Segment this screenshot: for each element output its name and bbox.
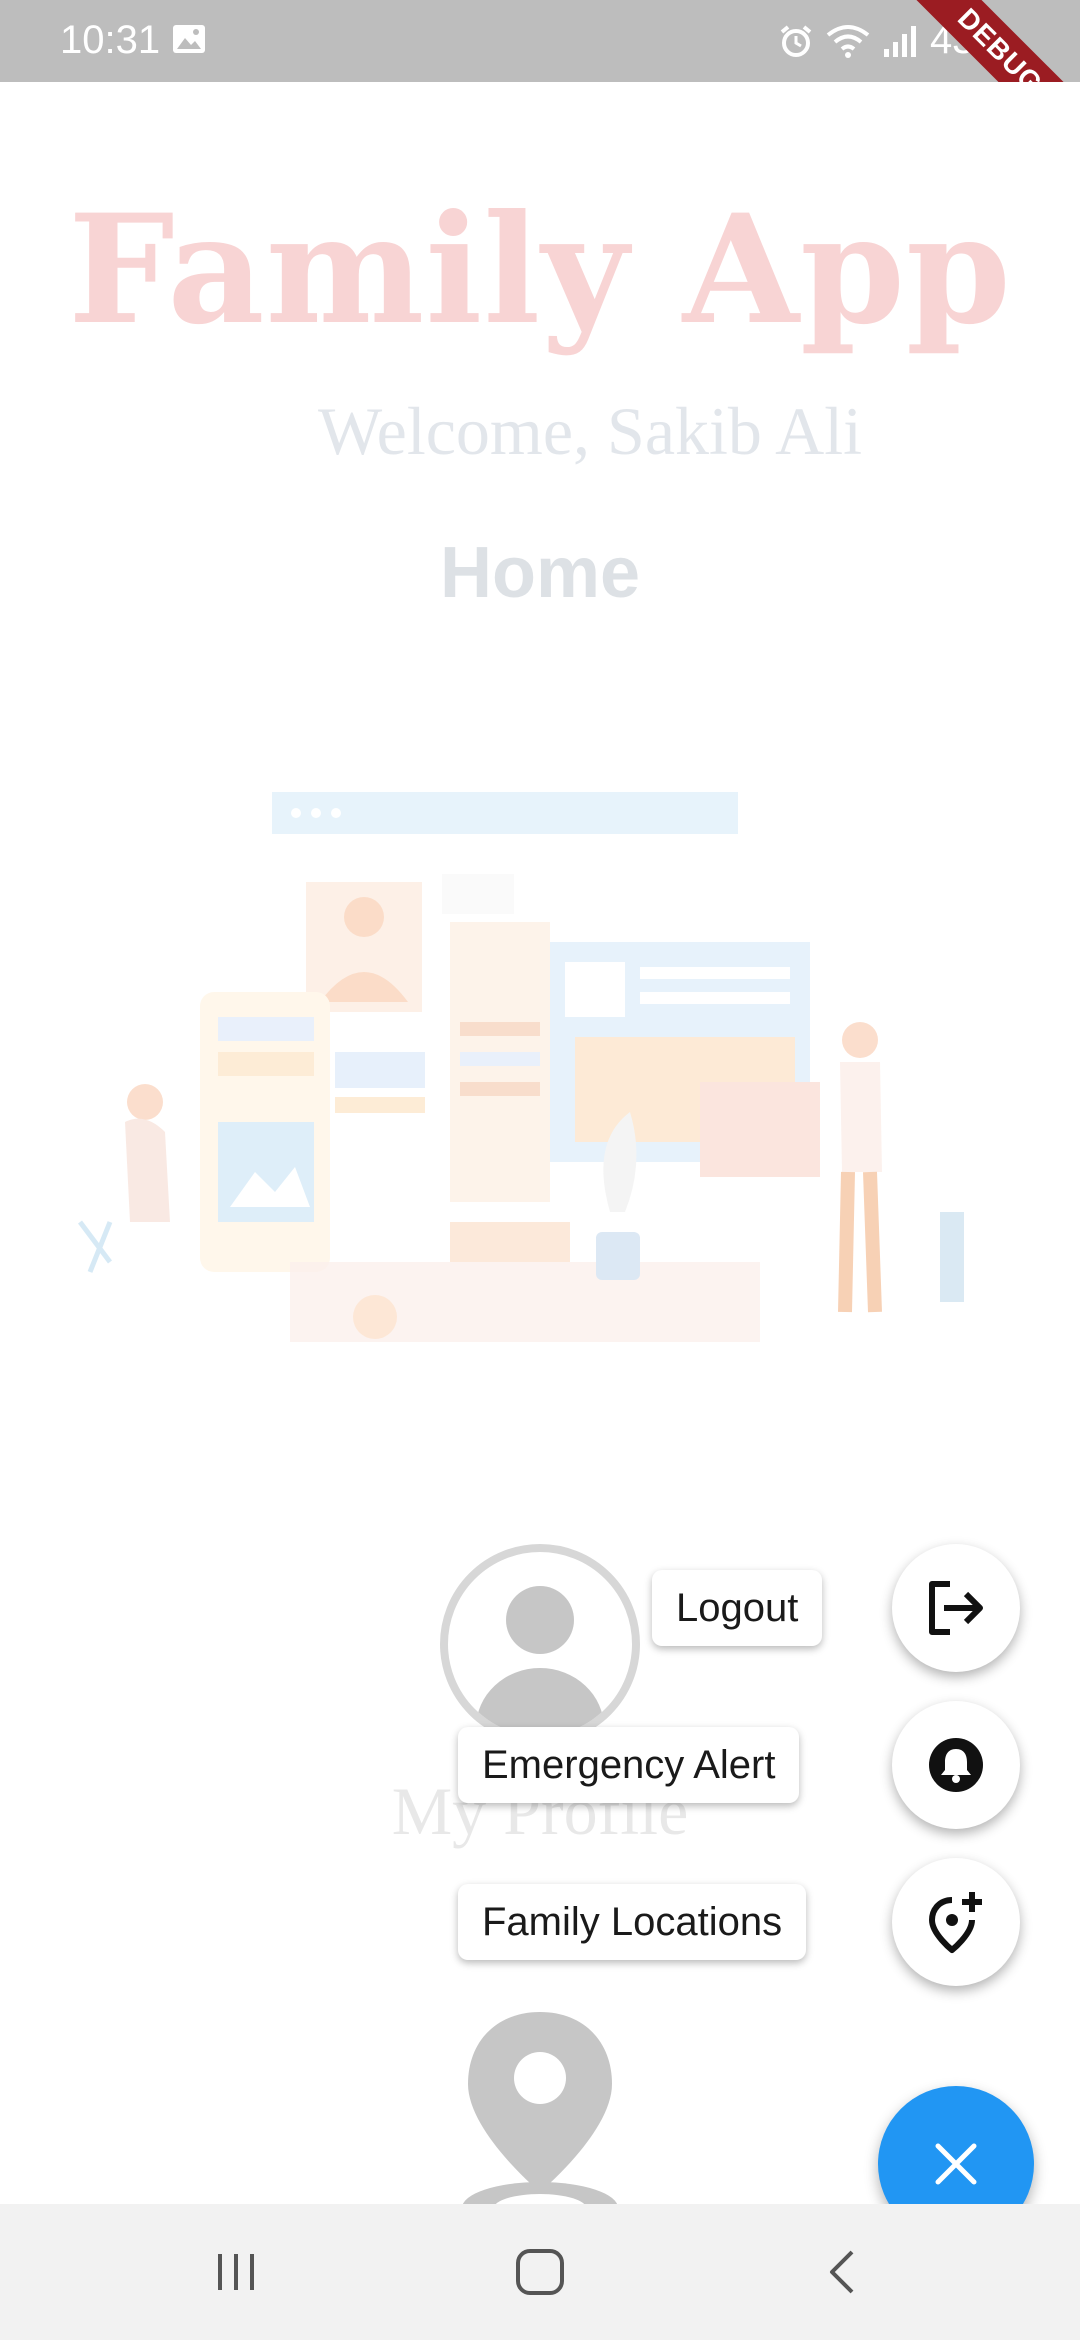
home-screen: Family App Welcome, Sakib Ali Home My Pr… xyxy=(0,82,1080,2204)
app-title: Family App xyxy=(68,182,1012,358)
family-locations-button[interactable] xyxy=(892,1858,1020,1986)
system-nav-bar xyxy=(0,2204,1080,2340)
emergency-alert-button[interactable] xyxy=(892,1701,1020,1829)
logout-button[interactable] xyxy=(892,1544,1020,1672)
signal-icon xyxy=(883,25,916,57)
page-title: Home xyxy=(439,533,641,613)
image-icon xyxy=(173,25,205,53)
profile-avatar-icon[interactable] xyxy=(438,1542,642,1746)
bell-icon xyxy=(929,1738,983,1792)
wifi-icon xyxy=(826,24,870,58)
back-button[interactable] xyxy=(802,2240,882,2304)
close-icon xyxy=(935,2143,977,2185)
home-icon xyxy=(516,2249,564,2295)
logout-icon xyxy=(929,1581,983,1635)
recents-button[interactable] xyxy=(196,2240,276,2304)
status-bar: 10:31 43% DEBUG xyxy=(0,0,1080,82)
status-time: 10:31 xyxy=(60,18,161,62)
add-location-icon xyxy=(929,1892,982,1953)
emergency-alert-label[interactable]: Emergency Alert xyxy=(458,1727,800,1803)
family-locations-label[interactable]: Family Locations xyxy=(458,1884,807,1960)
recents-icon xyxy=(218,2254,254,2290)
welcome-text: Welcome, Sakib Ali xyxy=(317,393,863,469)
back-icon xyxy=(830,2250,854,2294)
workspace-illustration xyxy=(78,792,964,1342)
speed-dial-close-button[interactable] xyxy=(878,2086,1034,2204)
logout-label[interactable]: Logout xyxy=(652,1570,823,1646)
alarm-icon xyxy=(780,24,812,57)
location-pin-icon[interactable] xyxy=(460,2012,620,2204)
home-button[interactable] xyxy=(500,2240,580,2304)
